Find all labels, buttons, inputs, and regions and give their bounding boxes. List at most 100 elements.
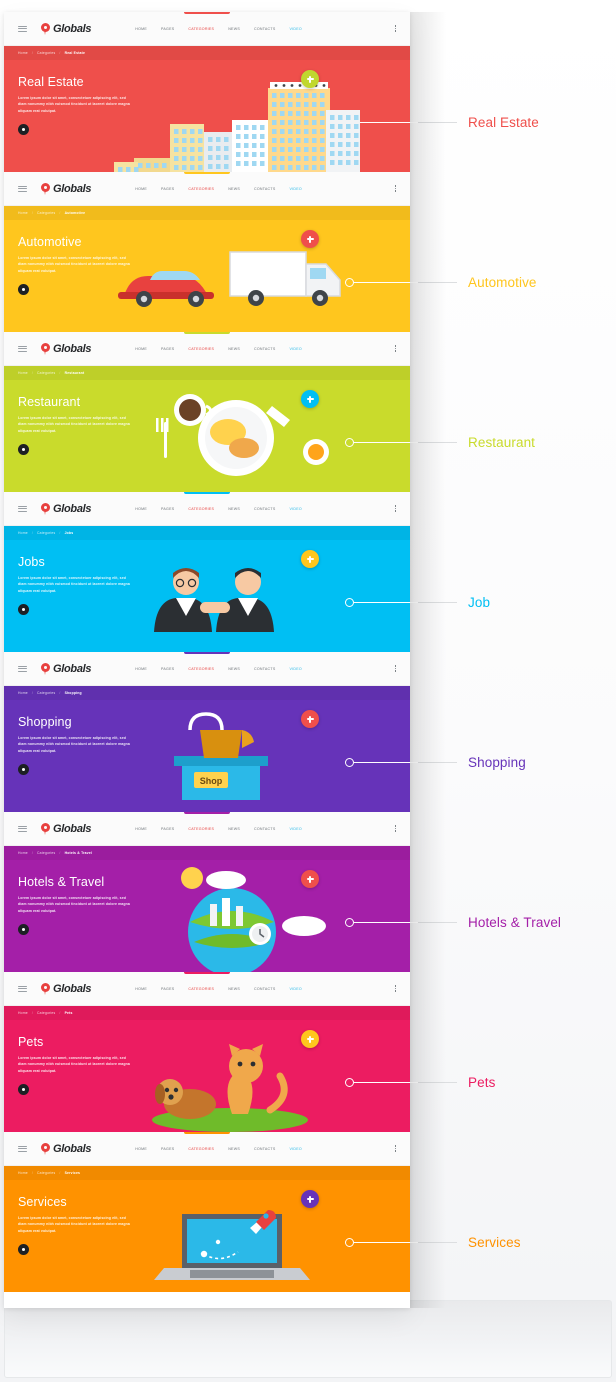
breadcrumb-home[interactable]: Home xyxy=(18,1011,28,1015)
brand-logo[interactable]: Globals xyxy=(41,182,92,195)
nav-link-categories[interactable]: Categories xyxy=(188,827,214,831)
floating-add-button[interactable] xyxy=(301,70,319,88)
nav-link-pages[interactable]: Pages xyxy=(161,187,174,191)
breadcrumb-section[interactable]: Categories xyxy=(37,691,55,695)
hero-play-button[interactable] xyxy=(18,124,29,136)
floating-add-button[interactable] xyxy=(301,550,319,568)
nav-link-pages[interactable]: Pages xyxy=(161,27,174,31)
nav-link-categories[interactable]: Categories xyxy=(188,667,214,671)
nav-link-categories[interactable]: Categories xyxy=(188,1147,214,1151)
breadcrumb-section[interactable]: Categories xyxy=(37,1171,55,1175)
kebab-menu-icon[interactable] xyxy=(394,1145,396,1152)
floating-add-button[interactable] xyxy=(301,230,319,248)
breadcrumb-home[interactable]: Home xyxy=(18,371,28,375)
hamburger-icon[interactable] xyxy=(18,345,27,352)
kebab-menu-icon[interactable] xyxy=(394,825,396,832)
nav-link-home[interactable]: Home xyxy=(135,507,147,511)
nav-link-home[interactable]: Home xyxy=(135,27,147,31)
floating-add-button[interactable] xyxy=(301,1030,319,1048)
nav-link-news[interactable]: News xyxy=(228,1147,240,1151)
kebab-menu-icon[interactable] xyxy=(394,665,396,672)
nav-link-video[interactable]: Video xyxy=(289,507,301,511)
brand-logo[interactable]: Globals xyxy=(41,22,92,35)
nav-link-home[interactable]: Home xyxy=(135,187,147,191)
hero-play-button[interactable] xyxy=(18,1244,29,1256)
breadcrumb-home[interactable]: Home xyxy=(18,851,28,855)
kebab-menu-icon[interactable] xyxy=(394,185,396,192)
nav-link-video[interactable]: Video xyxy=(289,667,301,671)
floating-add-button[interactable] xyxy=(301,1190,319,1208)
kebab-menu-icon[interactable] xyxy=(394,25,396,32)
breadcrumb-home[interactable]: Home xyxy=(18,51,28,55)
breadcrumb-section[interactable]: Categories xyxy=(37,851,55,855)
breadcrumb-home[interactable]: Home xyxy=(18,691,28,695)
floating-add-button[interactable] xyxy=(301,870,319,888)
nav-link-categories[interactable]: Categories xyxy=(188,347,214,351)
hamburger-icon[interactable] xyxy=(18,985,27,992)
hero-play-button[interactable] xyxy=(18,924,29,936)
breadcrumb-section[interactable]: Categories xyxy=(37,371,55,375)
nav-link-categories[interactable]: Categories xyxy=(188,987,214,991)
nav-link-contacts[interactable]: Contacts xyxy=(254,187,276,191)
nav-link-news[interactable]: News xyxy=(228,667,240,671)
nav-link-news[interactable]: News xyxy=(228,187,240,191)
nav-link-news[interactable]: News xyxy=(228,27,240,31)
breadcrumb-section[interactable]: Categories xyxy=(37,51,55,55)
nav-link-pages[interactable]: Pages xyxy=(161,987,174,991)
nav-link-pages[interactable]: Pages xyxy=(161,827,174,831)
hero-play-button[interactable] xyxy=(18,764,29,776)
nav-link-contacts[interactable]: Contacts xyxy=(254,27,276,31)
brand-logo[interactable]: Globals xyxy=(41,662,92,675)
breadcrumb-home[interactable]: Home xyxy=(18,211,28,215)
nav-link-contacts[interactable]: Contacts xyxy=(254,667,276,671)
brand-logo[interactable]: Globals xyxy=(41,502,92,515)
brand-logo[interactable]: Globals xyxy=(41,822,92,835)
kebab-menu-icon[interactable] xyxy=(394,985,396,992)
brand-logo[interactable]: Globals xyxy=(41,342,92,355)
breadcrumb-home[interactable]: Home xyxy=(18,1171,28,1175)
nav-link-categories[interactable]: Categories xyxy=(188,187,214,191)
brand-logo[interactable]: Globals xyxy=(41,982,92,995)
breadcrumb-section[interactable]: Categories xyxy=(37,1011,55,1015)
nav-link-pages[interactable]: Pages xyxy=(161,1147,174,1151)
nav-link-categories[interactable]: Categories xyxy=(188,507,214,511)
nav-link-news[interactable]: News xyxy=(228,507,240,511)
hero-play-button[interactable] xyxy=(18,1084,29,1096)
floating-add-button[interactable] xyxy=(301,390,319,408)
nav-link-news[interactable]: News xyxy=(228,987,240,991)
nav-link-pages[interactable]: Pages xyxy=(161,507,174,511)
nav-link-home[interactable]: Home xyxy=(135,827,147,831)
breadcrumb-home[interactable]: Home xyxy=(18,531,28,535)
hamburger-icon[interactable] xyxy=(18,665,27,672)
nav-link-categories[interactable]: Categories xyxy=(188,27,214,31)
nav-link-video[interactable]: Video xyxy=(289,187,301,191)
hero-play-button[interactable] xyxy=(18,604,29,616)
breadcrumb-section[interactable]: Categories xyxy=(37,211,55,215)
nav-link-video[interactable]: Video xyxy=(289,27,301,31)
floating-add-button[interactable] xyxy=(301,710,319,728)
hamburger-icon[interactable] xyxy=(18,25,27,32)
nav-link-contacts[interactable]: Contacts xyxy=(254,827,276,831)
nav-link-video[interactable]: Video xyxy=(289,987,301,991)
nav-link-contacts[interactable]: Contacts xyxy=(254,507,276,511)
brand-logo[interactable]: Globals xyxy=(41,1142,92,1155)
hamburger-icon[interactable] xyxy=(18,505,27,512)
nav-link-news[interactable]: News xyxy=(228,827,240,831)
nav-link-video[interactable]: Video xyxy=(289,827,301,831)
nav-link-home[interactable]: Home xyxy=(135,347,147,351)
nav-link-contacts[interactable]: Contacts xyxy=(254,347,276,351)
kebab-menu-icon[interactable] xyxy=(394,505,396,512)
nav-link-video[interactable]: Video xyxy=(289,1147,301,1151)
hero-play-button[interactable] xyxy=(18,444,29,456)
nav-link-contacts[interactable]: Contacts xyxy=(254,1147,276,1151)
nav-link-pages[interactable]: Pages xyxy=(161,667,174,671)
nav-link-home[interactable]: Home xyxy=(135,1147,147,1151)
hamburger-icon[interactable] xyxy=(18,1145,27,1152)
nav-link-home[interactable]: Home xyxy=(135,667,147,671)
nav-link-news[interactable]: News xyxy=(228,347,240,351)
nav-link-pages[interactable]: Pages xyxy=(161,347,174,351)
kebab-menu-icon[interactable] xyxy=(394,345,396,352)
hero-play-button[interactable] xyxy=(18,284,29,296)
hamburger-icon[interactable] xyxy=(18,185,27,192)
breadcrumb-section[interactable]: Categories xyxy=(37,531,55,535)
